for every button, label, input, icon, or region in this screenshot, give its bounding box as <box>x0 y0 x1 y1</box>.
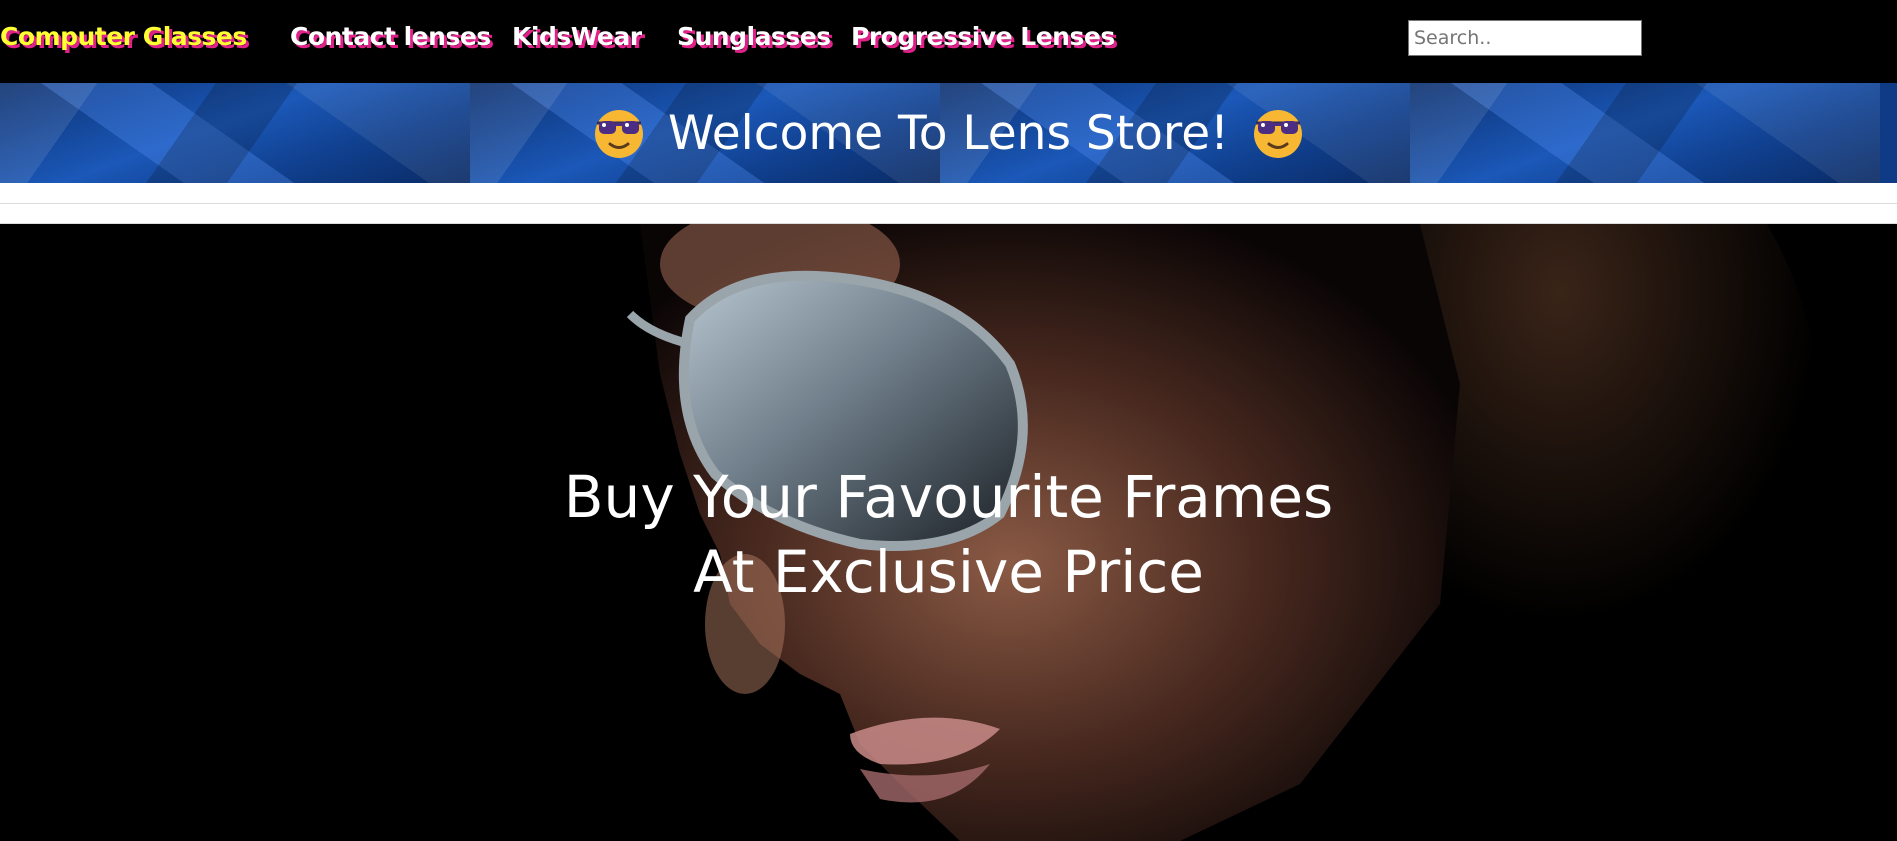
separator-stripe <box>0 204 1897 224</box>
sunglasses-emoji-icon <box>595 110 644 158</box>
welcome-title-text: Welcome To Lens Store! <box>668 105 1229 161</box>
hero-headline-line-2: At Exclusive Price <box>693 538 1204 606</box>
nav-link-computer-glasses[interactable]: Computer Glasses <box>0 22 247 52</box>
hero-section: Buy Your Favourite Frames At Exclusive P… <box>0 224 1897 841</box>
nav-link-contact-lenses[interactable]: Contact lenses <box>290 22 491 52</box>
hero-headline-line-1: Buy Your Favourite Frames <box>563 463 1334 531</box>
welcome-heading: Welcome To Lens Store! <box>0 83 1897 183</box>
separator-stripe <box>0 183 1897 204</box>
nav-link-sunglasses[interactable]: Sunglasses <box>677 22 831 52</box>
hero-headline: Buy Your Favourite Frames At Exclusive P… <box>0 460 1897 610</box>
top-navigation-bar: Computer Glasses Contact lenses KidsWear… <box>0 0 1897 83</box>
nav-link-progressive-lenses[interactable]: Progressive Lenses <box>851 22 1115 52</box>
search-input[interactable] <box>1408 20 1642 56</box>
welcome-banner: Welcome To Lens Store! <box>0 83 1897 183</box>
sunglasses-emoji-icon <box>1253 110 1302 158</box>
nav-link-kidswear[interactable]: KidsWear <box>512 22 642 52</box>
